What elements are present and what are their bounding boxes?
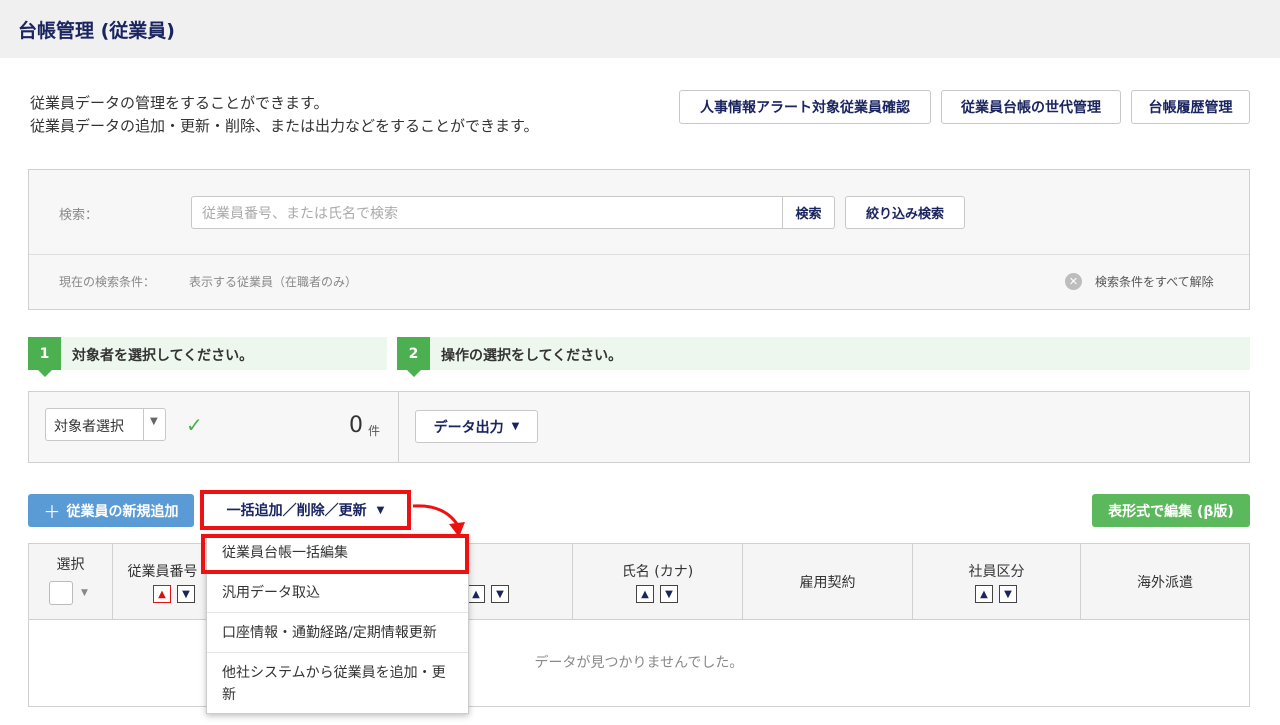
search-button[interactable]: 検索	[782, 196, 835, 229]
header-name-kana: 氏名 (カナ) ▲ ▼	[573, 544, 743, 620]
sort-asc-icon[interactable]: ▲	[975, 585, 993, 603]
dropdown-item-data-import[interactable]: 汎用データ取込	[207, 573, 468, 613]
generation-management-button[interactable]: 従業員台帳の世代管理	[941, 90, 1121, 124]
page-title: 台帳管理 (従業員)	[18, 20, 175, 42]
page-description: 従業員データの管理をすることができます。 従業員データの追加・更新・削除、または…	[30, 92, 539, 138]
header-select-label: 選択	[56, 557, 85, 573]
search-divider	[29, 254, 1249, 255]
header-emp-no: 従業員番号 ▲ ▼	[113, 544, 213, 620]
header-select: 選択 ▼	[29, 544, 113, 620]
chevron-down-icon[interactable]: ▼	[150, 416, 158, 427]
highlight-box	[201, 534, 469, 574]
step-2-number: 2	[397, 337, 430, 377]
description-line-2: 従業員データの追加・更新・削除、または出力などをすることができます。	[30, 117, 539, 135]
add-employee-label: 従業員の新規追加	[66, 503, 179, 520]
sort-desc-icon[interactable]: ▼	[491, 585, 509, 603]
search-panel: 検索： 従業員番号、または氏名で検索 検索 絞り込み検索 現在の検索条件： 表示…	[28, 169, 1250, 310]
sort-desc-icon[interactable]: ▼	[999, 585, 1017, 603]
step-1-text: 対象者を選択してください。	[72, 348, 254, 364]
header-name-kana-label: 氏名 (カナ)	[621, 564, 694, 580]
bulk-action-label: 一括追加／削除／更新	[226, 503, 367, 519]
selected-count: 0	[349, 413, 363, 438]
caret-down-icon: ▼	[511, 421, 520, 432]
caret-down-icon: ▼	[376, 504, 385, 516]
check-icon: ✓	[186, 413, 203, 437]
sort-asc-icon[interactable]: ▲	[636, 585, 654, 603]
target-select[interactable]: 対象者選択 ▼	[45, 408, 166, 441]
target-select-label: 対象者選択	[54, 419, 124, 435]
clear-conditions-link[interactable]: 検索条件をすべて解除	[1095, 273, 1214, 290]
alert-employee-button[interactable]: 人事情報アラート対象従業員確認	[679, 90, 931, 124]
header-overseas-label: 海外派遣	[1137, 575, 1193, 591]
step-2-text: 操作の選択をしてください。	[441, 348, 623, 364]
filter-search-button[interactable]: 絞り込み検索	[845, 196, 965, 229]
clear-icon[interactable]: ✕	[1065, 273, 1082, 290]
step-1-number: 1	[28, 337, 61, 377]
search-condition-label: 現在の検索条件：	[59, 275, 156, 289]
bulk-action-button[interactable]: 一括追加／削除／更新 ▼	[200, 490, 411, 530]
header-emp-no-label: 従業員番号	[127, 564, 198, 580]
add-employee-button[interactable]: ＋ 従業員の新規追加	[28, 494, 194, 527]
page-header: 台帳管理 (従業員)	[0, 0, 1280, 58]
dropdown-item-external-import[interactable]: 他社システムから従業員を追加・更新	[207, 653, 468, 715]
sort-desc-icon[interactable]: ▼	[660, 585, 678, 603]
header-emp-type: 社員区分 ▲ ▼	[913, 544, 1081, 620]
select-all-checkbox[interactable]	[49, 581, 73, 605]
data-export-label: データ出力	[433, 419, 504, 436]
operation-panel	[28, 391, 1250, 463]
header-contract: 雇用契約	[743, 544, 913, 620]
ledger-history-button[interactable]: 台帳履歴管理	[1131, 90, 1250, 124]
header-emp-type-label: 社員区分	[968, 564, 1025, 580]
search-label: 検索：	[59, 208, 99, 223]
description-line-1: 従業員データの管理をすることができます。	[30, 94, 329, 112]
header-contract-label: 雇用契約	[799, 575, 856, 591]
search-input[interactable]: 従業員番号、または氏名で検索	[191, 196, 783, 229]
sort-asc-icon[interactable]: ▲	[467, 585, 485, 603]
search-condition-value: 表示する従業員（在職者のみ）	[189, 275, 358, 289]
sort-desc-icon[interactable]: ▼	[177, 585, 195, 603]
sort-asc-icon[interactable]: ▲	[153, 585, 171, 603]
table-edit-button[interactable]: 表形式で編集 (β版)	[1092, 494, 1250, 527]
target-select-separator	[143, 409, 144, 440]
chevron-down-icon[interactable]: ▼	[81, 588, 88, 598]
selected-count-unit: 件	[368, 424, 381, 438]
dropdown-item-account-update[interactable]: 口座情報・通勤経路/定期情報更新	[207, 613, 468, 653]
plus-icon: ＋	[43, 503, 61, 523]
data-export-button[interactable]: データ出力 ▼	[415, 410, 538, 443]
header-overseas: 海外派遣	[1081, 544, 1249, 620]
operation-divider	[398, 392, 399, 462]
